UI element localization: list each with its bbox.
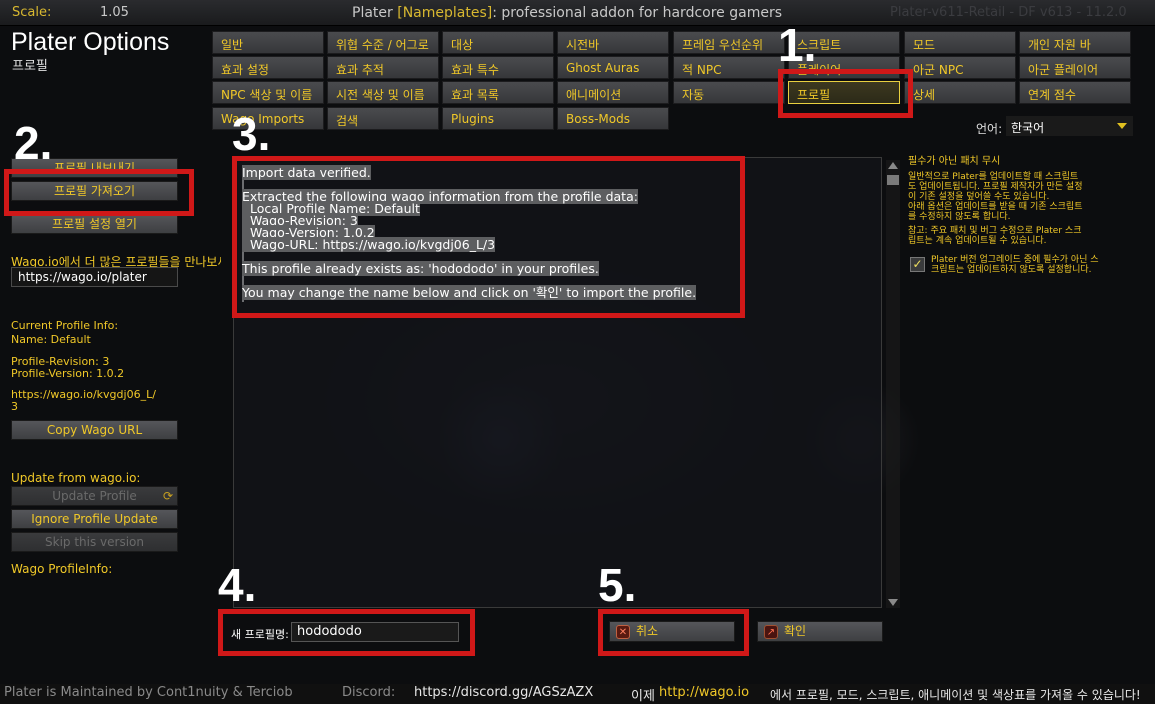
promo-suffix: 에서 프로필, 모드, 스크립트, 애니메이션 및 색상표를 가져올 수 있습니… <box>770 688 1141 702</box>
tab-general[interactable]: 일반 <box>212 31 324 54</box>
discord-label: Discord: <box>342 685 396 700</box>
tab-castbar[interactable]: 시전바 <box>557 31 669 54</box>
skip-version-button: Skip this version <box>11 532 178 552</box>
profile-version: Profile-Version: 1.0.2 <box>11 367 125 380</box>
scroll-up-arrow-icon[interactable] <box>888 162 898 169</box>
promo-prefix: 이제 <box>631 689 655 704</box>
tab-profiles[interactable]: 프로필 <box>788 81 900 104</box>
tab-aura-list[interactable]: 효과 목록 <box>442 81 554 104</box>
footer-bar: Plater is Maintained by Cont1nuity & Ter… <box>0 684 1155 704</box>
version-text: Plater-v611-Retail - DF v613 - 11.2.0 <box>890 5 1127 20</box>
update-from-wago-label: Update from wago.io: <box>11 471 141 485</box>
tab-aura-tracking[interactable]: 효과 추적 <box>327 56 439 79</box>
scale-label: Scale: <box>12 5 52 20</box>
tab-automation[interactable]: 자동 <box>673 81 785 104</box>
ignore-desc-1: 일반적으로 Plater를 업데이트할 때 스크립트 <box>908 172 1079 182</box>
arrow-up-right-icon: ↗ <box>764 625 778 639</box>
language-label: 언어: <box>976 122 1003 136</box>
import-message[interactable]: Import data verified. Extracted the foll… <box>242 165 732 300</box>
new-profile-name-input[interactable]: hodododo <box>291 622 459 642</box>
new-profile-name-label: 새 프로필명: <box>231 628 289 641</box>
annotation-step-4: 4. <box>218 559 257 611</box>
tab-enemy-npc[interactable]: 적 NPC <box>673 56 785 79</box>
confirm-button[interactable]: ↗ 확인 <box>757 621 883 642</box>
note-1: 참고: 주요 패치 및 버그 수정으로 Plater 스크 <box>908 226 1082 236</box>
tab-cast-colors[interactable]: 시전 색상 및 이름 <box>327 81 439 104</box>
import-line-verified: Import data verified. <box>242 165 371 180</box>
scale-value[interactable]: 1.05 <box>100 5 129 20</box>
cancel-button[interactable]: ✕ 취소 <box>609 621 735 642</box>
tab-combo-points[interactable]: 연계 점수 <box>1019 81 1131 104</box>
annotation-step-5: 5. <box>598 559 637 611</box>
chevron-down-icon <box>1117 123 1127 129</box>
note-2: 립트는 계속 업데이트될 수 있습니다. <box>908 236 1047 246</box>
update-profile-button: Update Profile ⟳ <box>11 486 178 506</box>
tab-friendly-player[interactable]: 아군 플레이어 <box>1019 56 1131 79</box>
confirm-label: 확인 <box>784 624 807 638</box>
tab-aura-special[interactable]: 효과 특수 <box>442 56 554 79</box>
annotation-step-3: 3. <box>232 108 271 160</box>
scroll-thumb[interactable] <box>887 175 899 185</box>
title-bracket: [Nameplates] <box>397 5 493 21</box>
tab-npc-colors[interactable]: NPC 색상 및 이름 <box>212 81 324 104</box>
import-profile-button[interactable]: 프로필 가져오기 <box>11 181 178 201</box>
current-profile-name: Name: Default <box>11 333 91 346</box>
update-profile-label: Update Profile <box>52 489 137 503</box>
tab-ghost-auras[interactable]: Ghost Auras <box>557 56 669 79</box>
title-suffix: : professional addon for hardcore gamers <box>492 5 782 21</box>
maintainer-text: Plater is Maintained by Cont1nuity & Ter… <box>4 685 293 700</box>
checkbox-label-1: Plater 버전 업그레이드 중에 필수가 아닌 스 <box>931 255 1099 265</box>
copy-wago-url-button[interactable]: Copy Wago URL <box>11 420 178 440</box>
tab-boss-mods[interactable]: Boss-Mods <box>557 107 669 130</box>
tab-plugins[interactable]: Plugins <box>442 107 554 130</box>
tab-threat[interactable]: 위협 수준 / 어그로 <box>327 31 439 54</box>
annotation-step-1: 1. <box>778 19 817 71</box>
refresh-icon: ⟳ <box>162 489 173 503</box>
app-title: Plater Options <box>11 28 170 56</box>
tab-mods[interactable]: 모드 <box>904 31 1016 54</box>
title-prefix: Plater <box>352 5 398 21</box>
ignore-nonessential-checkbox[interactable]: ✓ <box>910 257 925 272</box>
current-profile-info-title: Current Profile Info: <box>11 319 119 332</box>
discord-url[interactable]: https://discord.gg/AGSzAZX <box>414 685 593 700</box>
ignore-desc-4: 아래 옵션은 업데이트를 받을 때 기존 스크립트 <box>908 202 1083 212</box>
window-title: Plater [Nameplates]: professional addon … <box>352 5 782 21</box>
wago-link[interactable]: http://wago.io <box>659 685 749 700</box>
ignore-patches-title: 필수가 아닌 패치 무시 <box>908 156 1001 167</box>
import-line-instructions: You may change the name below and click … <box>242 285 697 300</box>
title-bar[interactable]: Scale: 1.05 Plater [Nameplates]: profess… <box>0 0 1155 26</box>
import-line-url: Wago-URL: https://wago.io/kvgdj06_L/3 <box>242 237 496 252</box>
checkbox-label-2: 크립트는 업데이트하지 않도록 설정합니다. <box>931 265 1092 275</box>
tab-animations[interactable]: 애니메이션 <box>557 81 669 104</box>
ignore-desc-5: 를 수정하지 않도록 합니다. <box>908 212 1011 222</box>
language-value: 한국어 <box>1011 121 1045 135</box>
import-scrollbar[interactable] <box>886 160 900 608</box>
ignore-profile-update-button[interactable]: Ignore Profile Update <box>11 509 178 529</box>
scroll-down-arrow-icon[interactable] <box>888 599 898 606</box>
import-line-exists: This profile already exists as: 'hododod… <box>242 261 599 276</box>
profile-url-line2: 3 <box>11 400 18 413</box>
annotation-step-2: 2. <box>14 117 53 169</box>
ignore-desc-3: 이 기존 설정을 덮어쓸 수도 있습니다. <box>908 192 1050 202</box>
ignore-desc-2: 도 업데이트됩니다. 프로필 제작자가 만든 설정 <box>908 182 1083 192</box>
tab-personal-bar[interactable]: 개인 자원 바 <box>1019 31 1131 54</box>
tab-friendly-npc[interactable]: 아군 NPC <box>904 56 1016 79</box>
profile-url-line1: https://wago.io/kvgdj06_L/ <box>11 388 156 401</box>
tab-aura-settings[interactable]: 효과 설정 <box>212 56 324 79</box>
tab-target[interactable]: 대상 <box>442 31 554 54</box>
language-dropdown[interactable]: 한국어 <box>1006 116 1133 136</box>
page-subtitle: 프로필 <box>12 59 48 74</box>
wago-url-field[interactable]: https://wago.io/plater <box>11 267 178 287</box>
wago-profile-info-label: Wago ProfileInfo: <box>11 562 113 576</box>
cancel-label: 취소 <box>636 624 659 638</box>
close-icon: ✕ <box>616 625 630 639</box>
tab-frame-priority[interactable]: 프레임 우선순위 <box>673 31 785 54</box>
tab-search[interactable]: 검색 <box>327 107 439 130</box>
tab-advanced[interactable]: 상세 <box>904 81 1016 104</box>
open-profile-settings-button[interactable]: 프로필 설정 열기 <box>11 214 178 234</box>
